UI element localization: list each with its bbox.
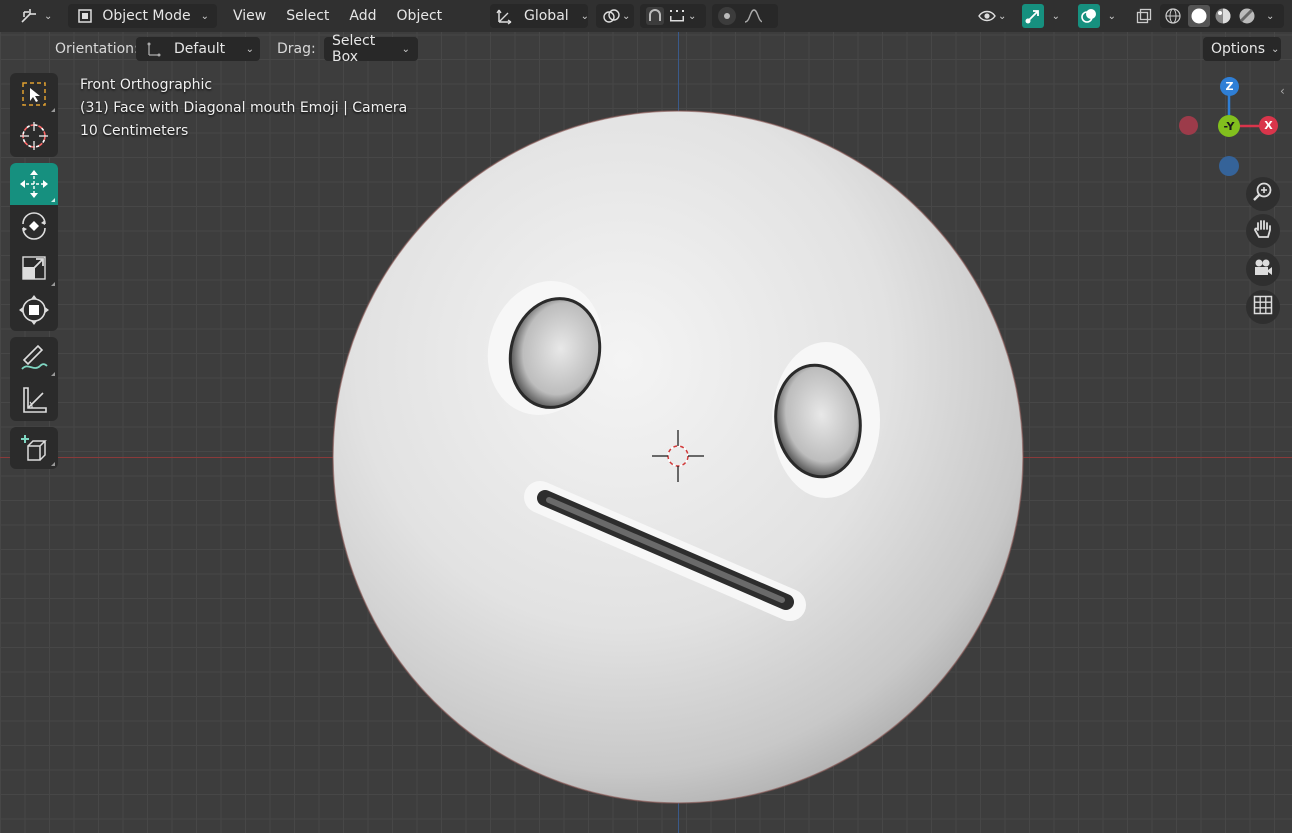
xray-icon [1136, 7, 1152, 25]
cursor-tool-icon[interactable] [10, 115, 58, 157]
tool-settings-bar: Orientation: Default ⌄ Drag: Select Box … [0, 33, 1292, 65]
snap-increment-icon [668, 7, 686, 25]
options-label: Options [1211, 41, 1266, 57]
shading-rendered-icon[interactable] [1238, 7, 1256, 25]
drag-value: Select Box [332, 33, 376, 65]
proportional-edit-icon [718, 7, 736, 25]
sidebar-toggle-icon[interactable]: ‹ [1280, 84, 1292, 100]
view-name-text: Front Orthographic [80, 77, 213, 93]
scale-tool-icon[interactable] [10, 247, 58, 289]
orientation-label: Orientation: [55, 41, 139, 57]
visibility-icon [978, 7, 996, 25]
gizmo-neg-y-axis[interactable]: -Y [1218, 115, 1240, 137]
viewport-editor-icon [20, 7, 38, 25]
transform-orientation-dropdown[interactable]: Global ⌄ [490, 4, 589, 28]
add-cube-tool-icon[interactable] [10, 427, 58, 469]
proportional-edit-toggle[interactable] [712, 4, 778, 28]
zoom-button[interactable] [1246, 177, 1280, 211]
emoji-sphere [333, 111, 1023, 803]
editor-type-button[interactable]: ⌄ [14, 4, 58, 28]
measure-tool-icon[interactable] [10, 379, 58, 421]
navigation-gizmo[interactable]: Z X -Y [1175, 75, 1281, 179]
mode-selector[interactable]: Object Mode ⌄ [68, 4, 217, 28]
gizmo-x-axis[interactable]: X [1259, 116, 1278, 135]
pan-button[interactable] [1246, 214, 1280, 248]
gizmo-z-axis[interactable]: Z [1220, 77, 1239, 96]
object-info-text: (31) Face with Diagonal mouth Emoji | Ca… [80, 100, 408, 116]
shading-solid-icon[interactable] [1188, 5, 1210, 27]
zoom-icon [1252, 181, 1274, 207]
overlay-toggle[interactable]: ⌄ [1072, 4, 1122, 28]
scale-text: 10 Centimeters [80, 123, 189, 139]
snap-icon [646, 7, 664, 25]
options-dropdown[interactable]: Options ⌄ [1203, 37, 1281, 61]
grid-view-button[interactable] [1246, 290, 1280, 324]
camera-view-icon [1252, 256, 1274, 282]
rotate-tool-icon[interactable] [10, 205, 58, 247]
shading-dropdown-chevron-icon[interactable]: ⌄ [1266, 11, 1274, 22]
overlay-icon [1078, 4, 1100, 28]
mode-label: Object Mode [102, 8, 191, 24]
select-box-tool-icon[interactable] [10, 73, 58, 115]
transform-tool-icon[interactable] [10, 289, 58, 331]
gizmo-toggle[interactable]: ⌄ [1016, 4, 1066, 28]
gizmo-neg-z-axis[interactable] [1219, 156, 1239, 176]
viewport-header: ⌄ Object Mode ⌄ View Select Add Object G… [0, 0, 1292, 32]
shading-mode-group: ⌄ [1160, 4, 1284, 28]
menu-object[interactable]: Object [389, 4, 451, 28]
pan-hand-icon [1252, 218, 1274, 244]
xray-toggle[interactable] [1130, 4, 1154, 28]
orientation-axis-icon [144, 40, 162, 58]
visibility-dropdown[interactable]: ⌄ [972, 4, 1010, 28]
camera-view-button[interactable] [1246, 252, 1280, 286]
object-mode-icon [76, 7, 94, 25]
snap-toggle[interactable]: ⌄ [640, 4, 706, 28]
drag-dropdown[interactable]: Select Box ⌄ [324, 33, 418, 65]
shading-wireframe-icon[interactable] [1164, 7, 1182, 25]
menu-view[interactable]: View [225, 4, 274, 28]
gizmo-neg-x-axis[interactable] [1179, 116, 1198, 135]
orientation-dropdown[interactable]: Default ⌄ [136, 37, 260, 61]
shading-material-icon[interactable] [1214, 7, 1232, 25]
grid-view-icon [1253, 295, 1273, 319]
menu-select[interactable]: Select [278, 4, 337, 28]
toolbar [10, 73, 58, 475]
pivot-point-dropdown[interactable]: ⌄ [596, 4, 634, 28]
drag-label: Drag: [277, 41, 316, 57]
viewport-info-overlay: Front Orthographic (31) Face with Diagon… [80, 74, 407, 143]
annotate-tool-icon[interactable] [10, 337, 58, 379]
falloff-curve-icon [744, 7, 762, 25]
transform-pivot-icon [602, 7, 620, 25]
transform-orientation-value: Global [524, 8, 569, 24]
gizmo-icon [1022, 4, 1044, 28]
move-tool-icon[interactable] [10, 163, 58, 205]
menu-add[interactable]: Add [341, 4, 384, 28]
orientation-value: Default [174, 41, 226, 57]
transform-orientation-icon [496, 7, 514, 25]
